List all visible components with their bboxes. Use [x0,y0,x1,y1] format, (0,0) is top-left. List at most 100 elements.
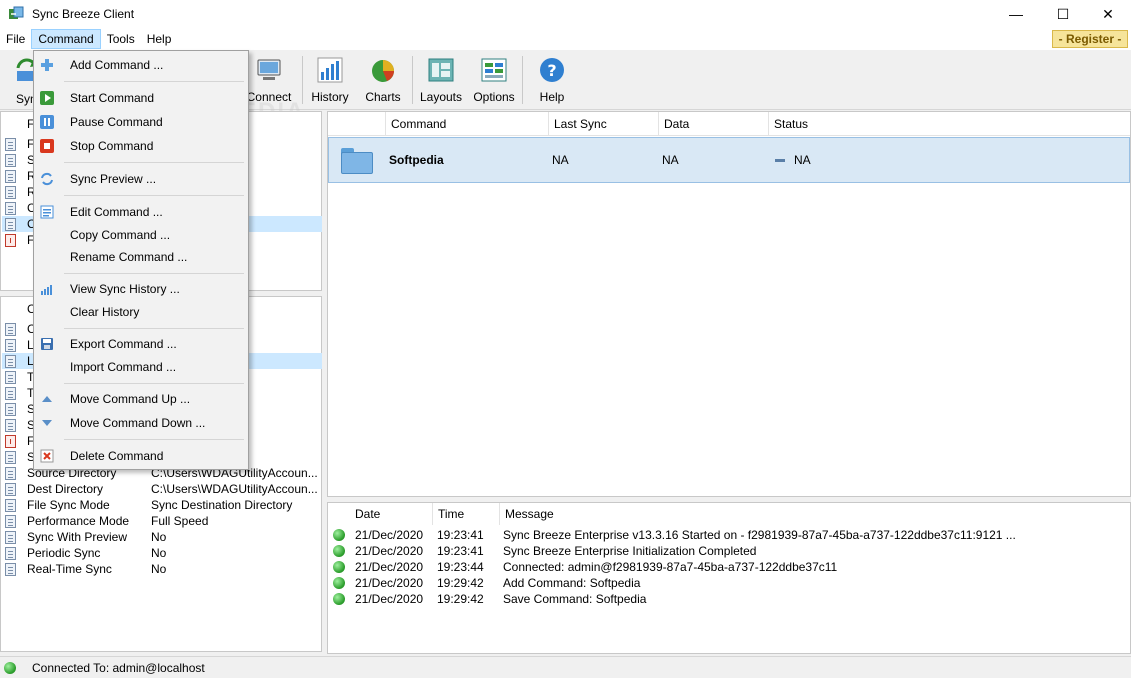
menu-move-command-down[interactable]: Move Command Down ... [34,412,248,434]
prop-item[interactable]: S [5,417,35,433]
charts-button[interactable]: Charts [356,54,410,108]
options-label: Options [473,90,515,104]
history-chart-icon [316,56,344,84]
menu-stop-command[interactable]: Stop Command [34,135,248,157]
connect-icon [255,56,283,84]
save-icon [40,337,54,351]
pie-chart-icon [369,56,397,84]
log-row[interactable]: 21/Dec/2020 19:29:42 Add Command: Softpe… [328,575,1130,591]
log-column-date[interactable]: Date [350,503,432,525]
tree-item[interactable]: R [5,184,36,200]
maximize-button[interactable]: ☐ [1040,0,1086,28]
document-icon [5,482,16,496]
document-icon [5,322,16,336]
menu-bar: File Command Tools Help [0,28,1131,50]
minimize-button[interactable]: — [993,0,1039,28]
document-icon [5,514,16,528]
prop-item[interactable]: T [5,385,34,401]
column-header-data[interactable]: Data [658,112,768,136]
property-row[interactable]: Dest Directory C:\Users\WDAGUtilityAccoun… [5,481,321,497]
menu-import-command[interactable]: Import Command ... [34,356,248,378]
document-icon [5,562,16,576]
preview-icon [40,172,54,186]
success-icon [333,561,345,573]
menu-delete-command[interactable]: Delete Command [34,445,248,467]
menu-command[interactable]: Command [31,29,101,49]
folder-icon [341,148,373,174]
tree-item[interactable]: F [5,136,34,152]
property-row[interactable]: Performance Mode Full Speed [5,513,321,529]
column-header-last-sync[interactable]: Last Sync [548,112,658,136]
prop-item[interactable]: T [5,369,34,385]
menu-file[interactable]: File [0,29,31,49]
document-icon [5,418,16,432]
layouts-button[interactable]: Layouts [414,54,468,108]
arrow-down-icon [40,416,54,430]
property-row[interactable]: Periodic Sync No [5,545,321,561]
menu-view-sync-history[interactable]: View Sync History ... [34,278,248,300]
menu-pause-command[interactable]: Pause Command [34,111,248,133]
document-icon [5,137,16,151]
menu-move-command-up[interactable]: Move Command Up ... [34,388,248,410]
toolbar-separator [412,56,413,104]
property-row[interactable]: Sync With Preview No [5,529,321,545]
register-button[interactable]: - Register - [1052,30,1128,48]
status-text: Connected To: admin@localhost [32,660,205,675]
help-button[interactable]: ? Help [525,54,579,108]
alert-icon [5,233,16,247]
tree-item[interactable]: R [5,168,36,184]
prop-item[interactable]: S [5,401,35,417]
log-column-message[interactable]: Message [499,503,1130,525]
history-button[interactable]: History [303,54,357,108]
column-header-status[interactable]: Status [768,112,1130,136]
command-last-sync: NA [552,153,569,167]
command-list: Command Last Sync Data Status Softpedia … [327,111,1131,497]
tree-item[interactable]: S [5,152,35,168]
layouts-icon [427,56,455,84]
log-row[interactable]: 21/Dec/2020 19:23:41 Sync Breeze Enterpr… [328,527,1130,543]
menu-help[interactable]: Help [141,29,178,49]
log-column-time[interactable]: Time [432,503,500,525]
history-label: History [311,90,349,104]
log-row[interactable]: 21/Dec/2020 19:29:42 Save Command: Softp… [328,591,1130,607]
menu-rename-command[interactable]: Rename Command ... [34,246,248,268]
menu-separator [64,162,244,163]
menu-add-command[interactable]: Add Command ... [34,54,248,76]
prop-item[interactable]: S [5,449,35,465]
tree-item[interactable]: C [5,200,36,216]
tree-item[interactable]: F [5,232,34,248]
close-button[interactable]: ✕ [1085,0,1131,28]
options-button[interactable]: Options [467,54,521,108]
command-row[interactable]: Softpedia NA NA NA [328,137,1130,183]
history-icon [40,282,54,296]
prop-item[interactable]: C [5,321,36,337]
menu-sync-preview[interactable]: Sync Preview ... [34,168,248,190]
tree-item[interactable]: C [5,216,36,232]
menu-tools[interactable]: Tools [101,29,141,49]
document-icon [5,530,16,544]
document-icon [5,450,16,464]
prop-item[interactable]: L [5,337,34,353]
column-header-command[interactable]: Command [385,112,550,136]
log-row[interactable]: 21/Dec/2020 19:23:44 Connected: admin@f2… [328,559,1130,575]
document-icon [5,169,16,183]
command-menu: Add Command ... Start Command Pause Comm… [33,50,249,470]
property-row[interactable]: Real-Time Sync No [5,561,321,577]
prop-item[interactable]: L [5,353,34,369]
log-pane: Date Time Message 21/Dec/2020 19:23:41 S… [327,502,1131,654]
options-icon [480,56,508,84]
log-header: Date Time Message [328,503,1130,525]
property-row[interactable]: File Sync Mode Sync Destination Directory [5,497,321,513]
edit-icon [40,205,54,219]
menu-copy-command[interactable]: Copy Command ... [34,224,248,246]
prop-item[interactable]: F [5,433,34,449]
menu-separator [64,273,244,274]
menu-clear-history[interactable]: Clear History [34,301,248,323]
document-icon [5,217,16,231]
command-data: NA [662,153,679,167]
menu-export-command[interactable]: Export Command ... [34,333,248,355]
menu-start-command[interactable]: Start Command [34,87,248,109]
document-icon [5,201,16,215]
log-row[interactable]: 21/Dec/2020 19:23:41 Sync Breeze Enterpr… [328,543,1130,559]
menu-edit-command[interactable]: Edit Command ... [34,201,248,223]
